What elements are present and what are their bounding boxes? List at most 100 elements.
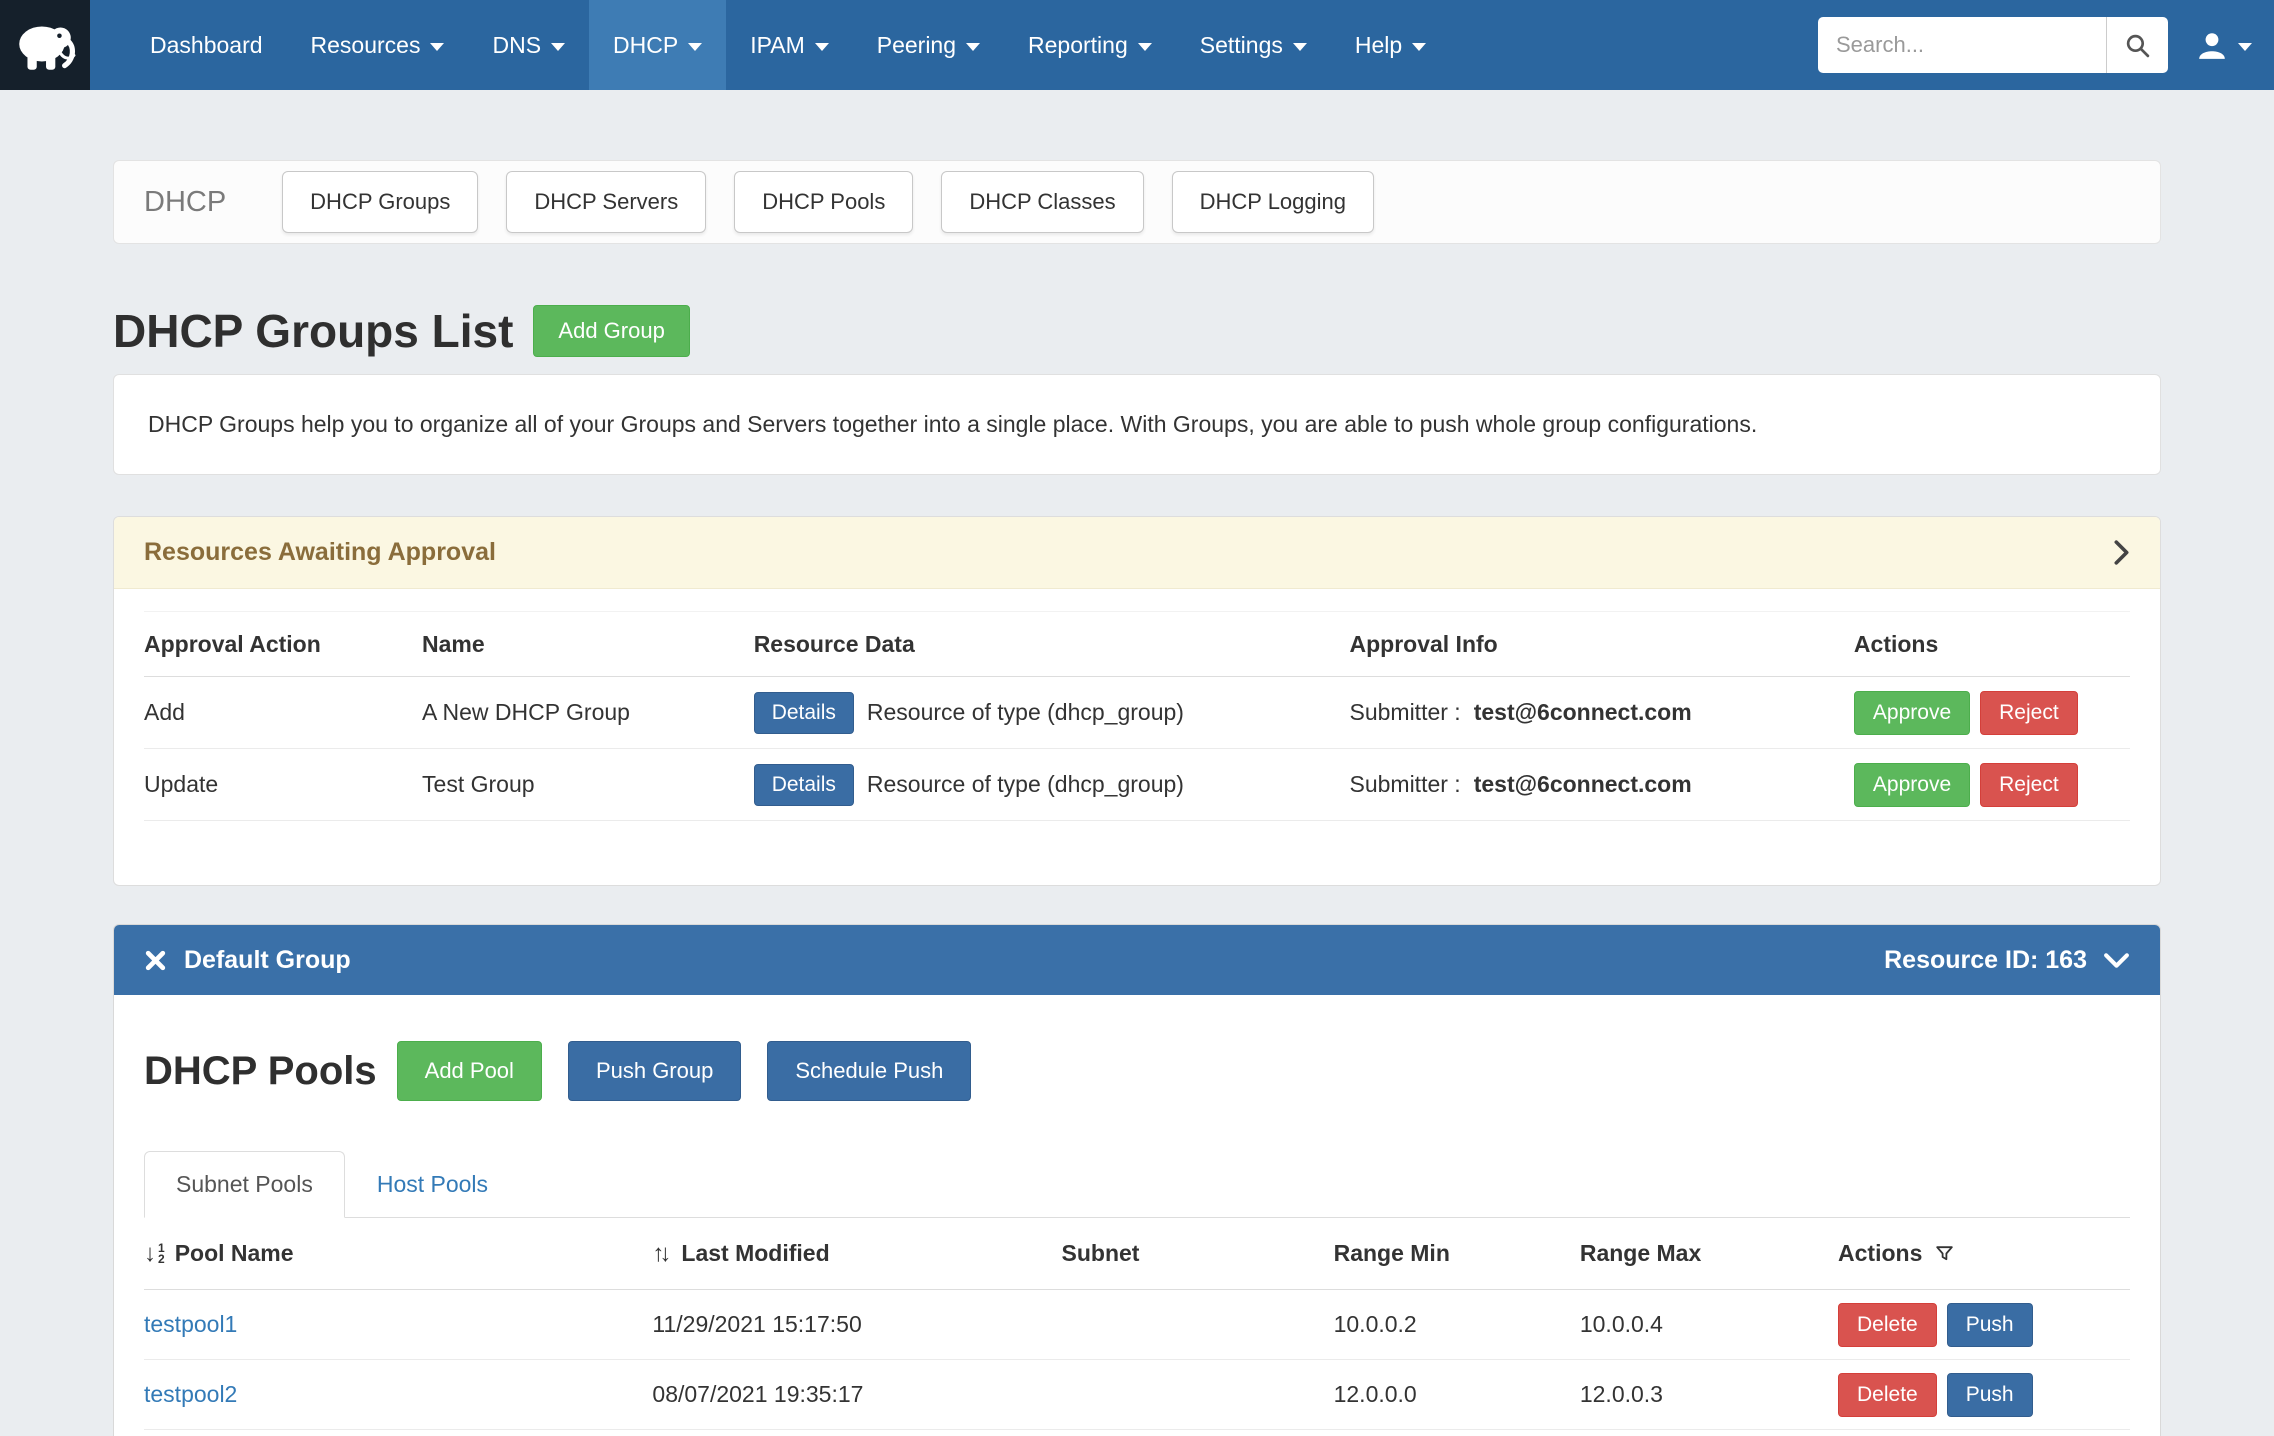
pools-title: DHCP Pools	[144, 1049, 377, 1094]
approval-table: Approval Action Name Resource Data Appro…	[144, 611, 2130, 821]
details-button[interactable]: Details	[754, 692, 854, 734]
schedule-push-button[interactable]: Schedule Push	[767, 1041, 971, 1101]
page-container: DHCP DHCP Groups DHCP Servers DHCP Pools…	[113, 160, 2161, 1436]
filter-icon[interactable]	[1934, 1243, 1955, 1264]
caret-down-icon	[551, 43, 565, 51]
column-header-pool-name: Pool Name	[175, 1240, 294, 1267]
nav-item-help[interactable]: Help	[1331, 0, 1450, 90]
close-icon[interactable]	[144, 949, 167, 972]
approval-name: A New DHCP Group	[422, 699, 754, 726]
search-input[interactable]	[1818, 17, 2106, 73]
push-button[interactable]: Push	[1947, 1373, 2033, 1417]
subnav-title: DHCP	[144, 186, 226, 219]
user-menu[interactable]	[2196, 29, 2252, 61]
pools-tabs: Subnet Pools Host Pools	[144, 1151, 2130, 1218]
nav-item-label: Reporting	[1028, 32, 1128, 59]
chevron-right-icon[interactable]	[2113, 539, 2130, 566]
push-button[interactable]: Push	[1947, 1303, 2033, 1347]
approve-button[interactable]: Approve	[1854, 763, 1970, 807]
nav-item-label: Resources	[311, 32, 421, 59]
page-head: DHCP Groups List Add Group	[113, 304, 2161, 358]
approval-action: Add	[144, 699, 422, 726]
approve-button[interactable]: Approve	[1854, 691, 1970, 735]
add-group-button[interactable]: Add Group	[533, 305, 689, 357]
column-header-range-min: Range Min	[1334, 1240, 1580, 1267]
pools-table: ↓ 12 Pool Name ↑↓ Last Modified Subnet R…	[144, 1218, 2130, 1436]
submitter-label: Submitter :	[1349, 771, 1460, 798]
nav-item-reporting[interactable]: Reporting	[1004, 0, 1176, 90]
details-button[interactable]: Details	[754, 764, 854, 806]
tab-subnet-pools[interactable]: Subnet Pools	[144, 1151, 345, 1218]
mammoth-logo-icon	[12, 12, 78, 78]
column-header-last-modified: Last Modified	[681, 1240, 829, 1267]
description-panel: DHCP Groups help you to organize all of …	[113, 374, 2161, 475]
caret-down-icon	[1138, 43, 1152, 51]
top-navbar: Dashboard Resources DNS DHCP IPAM Peerin…	[0, 0, 2274, 90]
caret-down-icon	[1293, 43, 1307, 51]
push-group-button[interactable]: Push Group	[568, 1041, 741, 1101]
resource-data-text: Resource of type (dhcp_group)	[867, 771, 1184, 798]
subnav-button-dhcp-servers[interactable]: DHCP Servers	[506, 171, 706, 233]
subnav-button-dhcp-classes[interactable]: DHCP Classes	[941, 171, 1143, 233]
user-icon	[2196, 29, 2228, 61]
range-min: 10.0.0.2	[1334, 1311, 1580, 1338]
submitter-email: test@6connect.com	[1474, 771, 1692, 798]
resource-data-text: Resource of type (dhcp_group)	[867, 699, 1184, 726]
main-nav: Dashboard Resources DNS DHCP IPAM Peerin…	[126, 0, 1450, 90]
pool-name-link[interactable]: testpool2	[144, 1381, 652, 1408]
nav-item-dashboard[interactable]: Dashboard	[126, 0, 287, 90]
nav-item-settings[interactable]: Settings	[1176, 0, 1331, 90]
search-icon	[2124, 32, 2151, 59]
brand-logo[interactable]	[0, 0, 90, 90]
nav-item-label: DHCP	[613, 32, 678, 59]
submitter-email: test@6connect.com	[1474, 699, 1692, 726]
range-max: 10.0.0.4	[1580, 1311, 1838, 1338]
nav-item-dhcp[interactable]: DHCP	[589, 0, 726, 90]
table-row: Delete Push	[144, 1430, 2130, 1436]
sort-icon[interactable]: ↑↓	[652, 1240, 671, 1268]
approval-panel-title: Resources Awaiting Approval	[144, 538, 496, 567]
subnav-button-dhcp-groups[interactable]: DHCP Groups	[282, 171, 478, 233]
nav-item-label: DNS	[492, 32, 541, 59]
nav-item-peering[interactable]: Peering	[853, 0, 1004, 90]
nav-item-label: Settings	[1200, 32, 1283, 59]
nav-item-label: IPAM	[750, 32, 805, 59]
nav-item-label: Dashboard	[150, 32, 263, 59]
default-group-panel: Default Group Resource ID: 163 DHCP Pool…	[113, 924, 2161, 1436]
reject-button[interactable]: Reject	[1980, 691, 2078, 735]
sort-numeric-icon[interactable]: ↓ 12	[144, 1240, 165, 1268]
approval-panel-header[interactable]: Resources Awaiting Approval	[114, 517, 2160, 589]
arrow-down-icon: ↓	[144, 1240, 156, 1268]
pool-name-link[interactable]: testpool1	[144, 1311, 652, 1338]
delete-button[interactable]: Delete	[1838, 1303, 1937, 1347]
column-header-resource-data: Resource Data	[754, 631, 1350, 658]
range-min: 12.0.0.0	[1334, 1381, 1580, 1408]
chevron-down-icon[interactable]	[2103, 952, 2130, 969]
caret-down-icon	[430, 43, 444, 51]
dhcp-subnav: DHCP DHCP Groups DHCP Servers DHCP Pools…	[113, 160, 2161, 244]
approval-action: Update	[144, 771, 422, 798]
group-panel-header[interactable]: Default Group Resource ID: 163	[114, 925, 2160, 995]
nav-item-dns[interactable]: DNS	[468, 0, 589, 90]
tab-host-pools[interactable]: Host Pools	[345, 1152, 520, 1217]
page-title: DHCP Groups List	[113, 304, 513, 358]
search-group	[1818, 17, 2168, 73]
caret-down-icon	[815, 43, 829, 51]
range-max: 12.0.0.3	[1580, 1381, 1838, 1408]
subnav-button-dhcp-pools[interactable]: DHCP Pools	[734, 171, 913, 233]
approval-table-header: Approval Action Name Resource Data Appro…	[144, 611, 2130, 677]
search-button[interactable]	[2106, 17, 2168, 73]
column-header-actions: Actions	[1838, 1240, 1922, 1267]
submitter-label: Submitter :	[1349, 699, 1460, 726]
subnav-button-dhcp-logging[interactable]: DHCP Logging	[1172, 171, 1374, 233]
pools-head: DHCP Pools Add Pool Push Group Schedule …	[144, 1041, 2130, 1101]
delete-button[interactable]: Delete	[1838, 1373, 1937, 1417]
column-header-range-max: Range Max	[1580, 1240, 1838, 1267]
column-header-name: Name	[422, 631, 754, 658]
reject-button[interactable]: Reject	[1980, 763, 2078, 807]
nav-item-ipam[interactable]: IPAM	[726, 0, 853, 90]
resource-id-label: Resource ID: 163	[1884, 946, 2087, 975]
table-row: testpool2 08/07/2021 19:35:17 12.0.0.0 1…	[144, 1360, 2130, 1430]
add-pool-button[interactable]: Add Pool	[397, 1041, 542, 1101]
nav-item-resources[interactable]: Resources	[287, 0, 469, 90]
